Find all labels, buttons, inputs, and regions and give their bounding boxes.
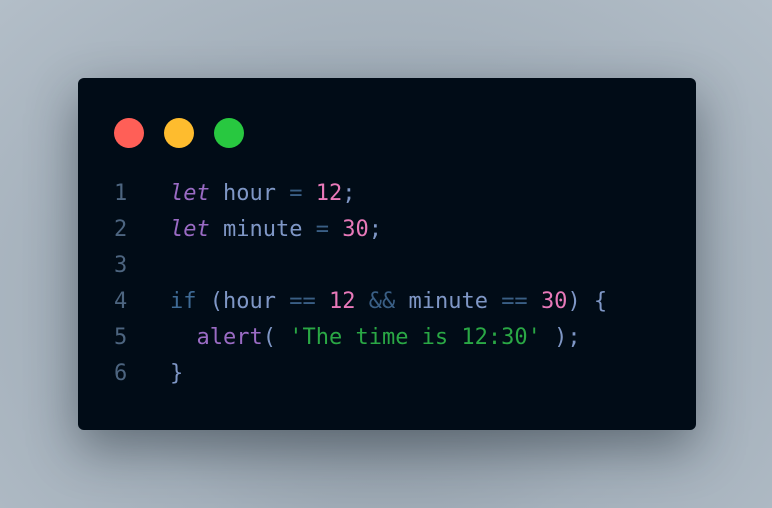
close-button[interactable] [114, 118, 144, 148]
line-number: 2 [114, 217, 128, 242]
code-token: ; [368, 217, 382, 242]
code-token: let [170, 181, 210, 206]
code-text: let hour = 12; [170, 176, 355, 212]
code-line: 5 alert( 'The time is 12:30' ); [114, 320, 676, 356]
code-token: alert [196, 325, 263, 350]
code-token: hour [209, 181, 290, 206]
line-number: 4 [114, 289, 128, 314]
code-token: == [501, 289, 528, 314]
code-token: = [289, 181, 303, 206]
code-line: 6} [114, 356, 676, 392]
code-text: } [170, 356, 183, 392]
code-text: alert( 'The time is 12:30' ); [170, 320, 581, 356]
code-token: 30 [540, 289, 568, 314]
code-token: minute [395, 289, 502, 314]
line-number: 5 [114, 325, 128, 350]
line-number: 1 [114, 181, 128, 206]
code-token: 12 [328, 289, 356, 314]
code-block: 1 let hour = 12; 2 let minute = 30; 3 4 if (ho… [114, 176, 676, 392]
code-text: let minute = 30; [170, 212, 382, 248]
code-line: 3 [114, 248, 676, 284]
code-token: ( [262, 325, 290, 350]
code-window: 1 let hour = 12; 2 let minute = 30; 3 4 if (ho… [78, 78, 696, 430]
code-token: == [289, 289, 316, 314]
code-text: if (hour == 12 && minute == 30) { [170, 284, 607, 320]
minimize-button[interactable] [164, 118, 194, 148]
code-token: = [315, 217, 329, 242]
line-number: 6 [114, 361, 128, 386]
code-token: && [368, 289, 396, 314]
code-token: if [170, 289, 197, 314]
code-line: 4 if (hour == 12 && minute == 30) { [114, 284, 676, 320]
code-token: (hour [196, 289, 290, 314]
code-token: ); [540, 325, 581, 350]
code-token: ; [342, 181, 356, 206]
code-line: 1 let hour = 12; [114, 176, 676, 212]
code-token: 30 [342, 217, 369, 242]
window-controls [114, 118, 244, 148]
code-token: } [170, 361, 184, 386]
code-line: 2 let minute = 30; [114, 212, 676, 248]
maximize-button[interactable] [214, 118, 244, 148]
code-token: 12 [315, 181, 343, 206]
code-token: let [170, 217, 210, 242]
line-number: 3 [114, 253, 128, 278]
code-token: minute [209, 217, 316, 242]
code-token: 'The time is 12:30' [289, 325, 541, 350]
code-token: ) { [567, 289, 608, 314]
